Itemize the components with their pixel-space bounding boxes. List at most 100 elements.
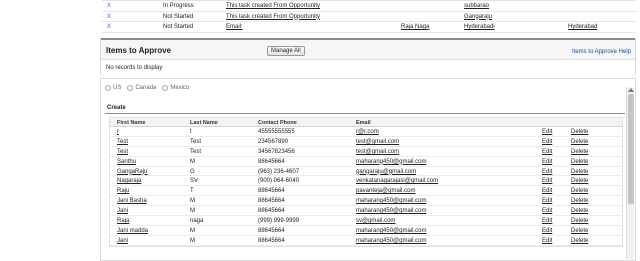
task-what-link[interactable]: Hyderabadi xyxy=(464,24,495,30)
contact-first-name-link[interactable]: Test xyxy=(117,139,128,145)
edit-link[interactable]: Edit xyxy=(542,208,552,214)
contact-first-name-link[interactable]: Test xyxy=(117,149,128,155)
radio-mexico[interactable]: Mexico xyxy=(162,85,189,91)
radio-us[interactable]: US xyxy=(105,85,121,91)
contact-email-link[interactable]: maharang450@gmail.com xyxy=(356,198,426,204)
contact-email-link[interactable]: sv@gmail.com xyxy=(356,218,395,224)
manage-all-button[interactable]: Manage All xyxy=(267,46,305,56)
scrollbar-thumb[interactable] xyxy=(628,94,634,204)
contact-first-name-link[interactable]: r xyxy=(117,129,119,135)
contact-phone: 88645664 xyxy=(258,188,285,195)
contact-first-name-link[interactable]: Jani xyxy=(117,208,128,214)
contact-first-name-link[interactable]: Jani madda xyxy=(117,228,148,234)
radio-circle-icon[interactable] xyxy=(162,85,169,91)
task-location[interactable]: Hyderabad xyxy=(568,24,597,30)
edit-link[interactable]: Edit xyxy=(542,139,552,145)
open-activities-table: X In Progress This task created From Opp… xyxy=(102,0,636,33)
contact-email-link[interactable]: maharang450@gmail.com xyxy=(356,238,426,244)
delete-link[interactable]: Delete xyxy=(571,188,588,194)
edit-link[interactable]: Edit xyxy=(542,129,552,135)
contact-last-name: naga xyxy=(190,218,204,225)
column-header-email: Email xyxy=(356,120,371,126)
contact-last-name: M xyxy=(190,208,195,215)
edit-link[interactable]: Edit xyxy=(542,188,552,194)
radio-circle-icon[interactable] xyxy=(105,85,111,91)
column-header-first-name: First Name xyxy=(117,120,146,126)
contact-first-name-link[interactable]: Santhu xyxy=(117,159,136,165)
contact-first-name-link[interactable]: Jani xyxy=(117,238,128,244)
radio-label: Mexico xyxy=(170,85,190,91)
delete-link[interactable]: Delete xyxy=(571,198,588,204)
contact-first-name-link[interactable]: Nagaraja xyxy=(117,178,141,184)
edit-link[interactable]: Edit xyxy=(542,198,552,204)
delete-link[interactable]: Delete xyxy=(571,178,588,184)
contact-phone: 45555555555 xyxy=(258,129,295,135)
task-subject-link[interactable]: This task created From Opportunity xyxy=(226,3,320,9)
contact-last-name: M xyxy=(190,158,195,165)
close-task-link[interactable]: X xyxy=(107,3,111,9)
contact-email-link[interactable]: test@gmail.com xyxy=(356,149,399,155)
table-row: Test Test 234567890 test@gmail.com Edit Delet… xyxy=(110,137,622,147)
contact-email-link[interactable]: r@r.com xyxy=(356,129,379,135)
scroll-up-arrow-icon[interactable] xyxy=(628,88,634,92)
contact-last-name: Test xyxy=(190,138,202,145)
edit-link[interactable]: Edit xyxy=(542,218,552,224)
vertical-scrollbar[interactable] xyxy=(626,87,634,259)
task-status: Not Started xyxy=(163,24,194,30)
contact-email-link[interactable]: test@gmail.com xyxy=(356,139,399,145)
contact-email-link[interactable]: pavanteja@gmail.com xyxy=(356,188,415,194)
items-to-approve-help-link[interactable]: Items to Approve Help xyxy=(572,49,631,55)
table-row: Nagaraja SV (900) 064-6040 venkatanagarajas… xyxy=(110,176,622,187)
contact-first-name-link[interactable]: Jani Basha xyxy=(117,198,147,204)
task-subject-link[interactable]: This task created From Opportunity xyxy=(226,14,320,20)
contact-email-link[interactable]: venkatanagarajasi@gmail.com xyxy=(356,178,438,184)
contact-email-link[interactable]: gangaraju@gmail.com xyxy=(356,169,416,175)
contact-email-link[interactable]: maharang450@gmail.com xyxy=(356,228,426,234)
contact-last-name: M xyxy=(190,198,195,205)
table-row: Jani M 88645664 maharang450@gmail.com Edit De… xyxy=(110,236,622,246)
radio-canada[interactable]: Canada xyxy=(127,85,156,91)
edit-link[interactable]: Edit xyxy=(542,159,552,165)
edit-link[interactable]: Edit xyxy=(542,178,552,184)
delete-link[interactable]: Delete xyxy=(571,238,588,244)
contact-last-name: M xyxy=(190,237,195,244)
edit-link[interactable]: Edit xyxy=(542,169,552,175)
task-who-link[interactable]: Raja Naga xyxy=(401,24,429,30)
contact-phone: 88645664 xyxy=(258,227,285,234)
table-row: Jani madda M 88645664 maharang450@gmail.com… xyxy=(110,226,622,236)
delete-link[interactable]: Delete xyxy=(571,169,588,175)
contact-phone: 88645664 xyxy=(258,198,285,205)
task-what-link[interactable]: Gangaraju xyxy=(464,14,492,20)
close-task-link[interactable]: X xyxy=(107,14,111,20)
delete-link[interactable]: Delete xyxy=(571,129,588,135)
contact-first-name-link[interactable]: Raju xyxy=(117,188,129,194)
column-header-contact-phone: Contact Phone xyxy=(258,120,297,126)
country-radio-group: US Canada Mexico xyxy=(105,85,195,91)
delete-link[interactable]: Delete xyxy=(571,218,588,224)
delete-link[interactable]: Delete xyxy=(571,228,588,234)
task-subject-link[interactable]: Email: xyxy=(226,24,243,30)
table-row: Jani Basha M 88645664 maharang450@gmail.com… xyxy=(110,196,622,207)
edit-link[interactable]: Edit xyxy=(542,238,552,244)
contact-phone: (999) 999-9999 xyxy=(258,218,300,225)
delete-link[interactable]: Delete xyxy=(571,159,588,165)
delete-link[interactable]: Delete xyxy=(571,139,588,145)
visualforce-panel: US Canada Mexico Create First Name Last … xyxy=(100,78,636,261)
contact-first-name-link[interactable]: Raja xyxy=(117,218,129,224)
task-what-link[interactable]: subbarao xyxy=(464,3,489,9)
contact-last-name: SV xyxy=(190,178,199,185)
contact-email-link[interactable]: maharang450@gmail.com xyxy=(356,159,426,165)
radio-label: Canada xyxy=(135,85,157,91)
contact-first-name-link[interactable]: GangaRaju xyxy=(117,169,147,175)
create-section-title: Create xyxy=(107,105,126,111)
contact-email-link[interactable]: maharang450@gmail.com xyxy=(356,208,426,214)
radio-circle-icon[interactable] xyxy=(127,85,134,91)
delete-link[interactable]: Delete xyxy=(571,149,588,155)
delete-link[interactable]: Delete xyxy=(571,208,588,214)
close-task-link[interactable]: X xyxy=(107,24,111,30)
task-row: X In Progress This task created From Opp… xyxy=(102,1,636,12)
edit-link[interactable]: Edit xyxy=(542,149,552,155)
edit-link[interactable]: Edit xyxy=(542,228,552,234)
contact-phone: 88645664 xyxy=(258,237,285,244)
contact-phone: 234567890 xyxy=(258,138,289,145)
